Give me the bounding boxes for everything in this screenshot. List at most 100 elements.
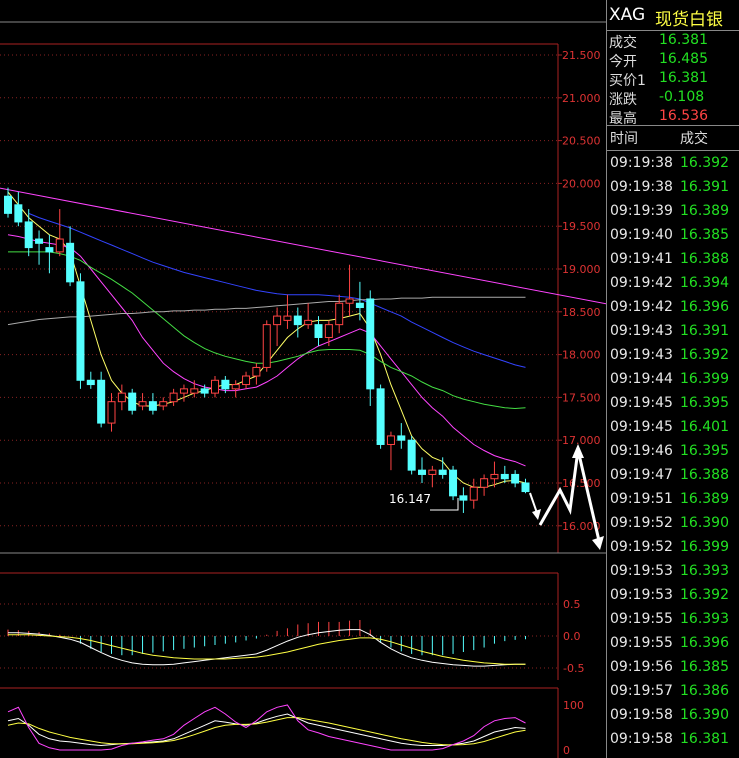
tick-time: 09:19:53 (610, 587, 673, 603)
tick-time: 09:19:39 (610, 203, 673, 219)
tick-row: 09:19:55 16.396 (607, 632, 739, 656)
tick-price: 16.392 (680, 347, 729, 363)
candle-body (262, 324, 271, 368)
tick-row: 09:19:43 16.391 (607, 320, 739, 344)
tick-row: 09:19:57 16.386 (607, 680, 739, 704)
symbol-name: 现货白银 (655, 10, 723, 30)
kdj-ytick-label: 0 (563, 744, 570, 757)
tick-time: 09:19:52 (610, 539, 673, 555)
tick-price: 16.386 (680, 683, 729, 699)
tick-price: 16.389 (680, 491, 729, 507)
macd-dea-line (8, 634, 526, 665)
arrow-shaft (529, 492, 538, 514)
tick-price: 16.385 (680, 227, 729, 243)
arrow-head (532, 509, 541, 520)
quote-panel: XAG 现货白银 成交 16.381 今开 16.485 买价1 16.381 涨跌 -0.1… (606, 0, 739, 758)
candle-body (35, 238, 44, 244)
candle-body (55, 238, 64, 253)
tick-price: 16.395 (680, 395, 729, 411)
candle-body (345, 298, 354, 304)
candle-body (14, 204, 23, 223)
candle-body (418, 469, 426, 475)
ytick-label: 18.500 (562, 306, 601, 319)
candle-body (449, 469, 458, 497)
tick-row: 09:19:46 16.395 (607, 440, 739, 464)
ytick-label: 20.500 (562, 135, 601, 148)
tick-row: 09:19:39 16.389 (607, 200, 739, 224)
ytick-label: 16.500 (562, 477, 601, 490)
ytick-label: 21.500 (562, 49, 601, 62)
tick-row: 09:19:45 16.395 (607, 392, 739, 416)
candle-body (45, 247, 54, 253)
tick-price: 16.396 (680, 299, 729, 315)
quote-label: 今开 (609, 54, 637, 70)
tick-time: 09:19:58 (610, 731, 673, 747)
tick-price: 16.388 (680, 467, 729, 483)
candle-body (376, 388, 385, 445)
quote-row: 买价1 16.381 (607, 70, 739, 89)
tick-time: 09:19:56 (610, 659, 673, 675)
tick-price: 16.390 (680, 707, 729, 723)
ytick-label: 21.000 (562, 92, 601, 105)
ytick-label: 17.500 (562, 391, 601, 404)
candle-body (169, 392, 178, 403)
candle-body (211, 379, 219, 394)
candle-body (242, 375, 251, 386)
tick-price: 16.401 (680, 419, 729, 435)
tick-time: 09:19:45 (610, 395, 673, 411)
tick-price: 16.393 (680, 563, 729, 579)
tick-time: 09:19:57 (610, 683, 673, 699)
tick-time: 09:19:52 (610, 515, 673, 531)
kdj-ytick-label: 100 (563, 699, 584, 712)
quote-row: 今开 16.485 (607, 51, 739, 70)
candle-body (355, 302, 364, 309)
candle-body (24, 221, 33, 249)
quote-value: -0.108 (659, 89, 705, 105)
candle-body (252, 366, 261, 377)
annotation-leader (430, 498, 459, 511)
candle-body (386, 435, 395, 445)
candle-body (283, 315, 292, 321)
quote-label: 买价1 (609, 73, 646, 89)
candle-body (314, 324, 323, 338)
ticks-header-time: 时间 (610, 131, 638, 147)
candle-body (66, 242, 75, 283)
drawn-arrows (529, 444, 604, 550)
tick-time: 09:19:43 (610, 323, 673, 339)
tick-time: 09:19:55 (610, 635, 673, 651)
tick-time: 09:19:42 (610, 299, 673, 315)
quote-value: 16.485 (659, 51, 708, 67)
tick-price: 16.391 (680, 179, 729, 195)
candle-body (231, 384, 240, 390)
ytick-label: 17.000 (562, 434, 601, 447)
tick-row: 09:19:55 16.393 (607, 608, 739, 632)
candle-body (511, 473, 520, 484)
tick-row: 09:19:52 16.399 (607, 536, 739, 560)
candle-body (500, 473, 509, 480)
tick-time: 09:19:42 (610, 275, 673, 291)
tick-row: 09:19:52 16.390 (607, 512, 739, 536)
tick-time: 09:19:41 (610, 251, 673, 267)
candle-body (107, 401, 116, 424)
tick-row: 09:19:45 16.401 (607, 416, 739, 440)
candle-body (324, 324, 333, 338)
tick-time: 09:19:44 (610, 371, 673, 387)
candle-body (148, 401, 157, 411)
tick-time: 09:19:38 (610, 179, 673, 195)
tick-price: 16.381 (680, 731, 729, 747)
tick-row: 09:19:56 16.385 (607, 656, 739, 680)
tick-row: 09:19:42 16.396 (607, 296, 739, 320)
tick-price: 16.392 (680, 587, 729, 603)
candle-body (128, 392, 137, 411)
price-annotation: 16.147 (389, 492, 431, 506)
candle-body (366, 298, 375, 390)
kdj-k-line (7, 713, 526, 747)
ytick-label: 19.500 (562, 220, 601, 233)
tick-row: 09:19:40 16.385 (607, 224, 739, 248)
arrow-head (592, 536, 604, 550)
tick-price: 16.399 (680, 539, 729, 555)
tick-price: 16.389 (680, 203, 729, 219)
macd-ytick-label: 0.5 (563, 598, 581, 611)
candle-body (335, 302, 344, 326)
tick-time: 09:19:55 (610, 611, 673, 627)
